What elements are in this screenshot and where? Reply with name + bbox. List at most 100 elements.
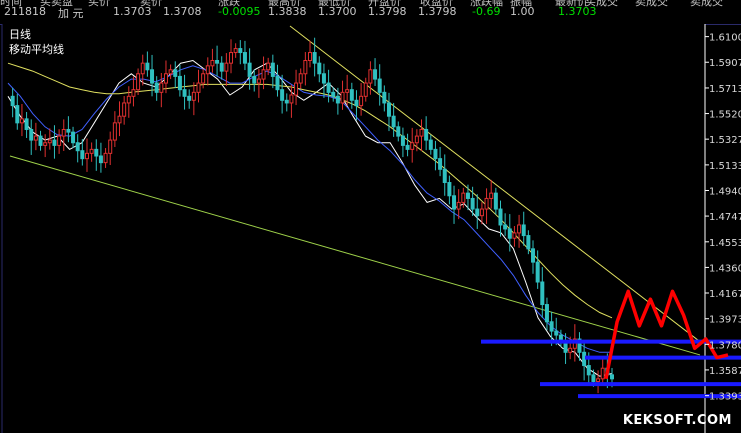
candle-body bbox=[187, 95, 192, 101]
quote-header: 卖成交 bbox=[635, 0, 668, 8]
candle-body bbox=[145, 62, 150, 71]
y-tick-label: 1.5713 bbox=[709, 84, 741, 95]
candle-body bbox=[266, 62, 271, 71]
candle-body bbox=[19, 118, 24, 124]
candle-body bbox=[349, 89, 354, 101]
quote-value: 1.3703 bbox=[113, 5, 152, 18]
candle-body bbox=[219, 62, 224, 72]
candle-body bbox=[517, 224, 522, 234]
candle-body bbox=[512, 232, 517, 239]
quote-value: 1.3708 bbox=[163, 5, 202, 18]
candle-body bbox=[414, 135, 419, 144]
candle-body bbox=[391, 115, 396, 128]
candle-body bbox=[452, 195, 457, 210]
quote-bar: 时间 买卖盘 买价 卖价 涨跌 最高价 最低价 开盘价 收盘价 涨跌幅 振幅 最新价 买成交 卖成交 卖成交… bbox=[0, 0, 741, 25]
candle-body bbox=[270, 62, 275, 77]
candle-body bbox=[233, 48, 238, 54]
candle-body bbox=[256, 78, 261, 84]
candle-body bbox=[368, 69, 373, 84]
candle-body bbox=[568, 347, 573, 353]
candle-body bbox=[71, 131, 76, 144]
candle-body bbox=[312, 52, 317, 64]
candle-body bbox=[465, 192, 470, 199]
y-tick-label: 1.4167 bbox=[709, 289, 741, 300]
candle-body bbox=[122, 102, 127, 117]
y-tick-label: 1.3780 bbox=[709, 340, 741, 351]
candle-body bbox=[47, 139, 52, 144]
candle-body bbox=[586, 365, 591, 376]
candle-body bbox=[382, 91, 387, 104]
candle-body bbox=[66, 128, 71, 133]
candle-body bbox=[600, 367, 605, 380]
candle-body bbox=[331, 91, 336, 97]
candle-body bbox=[168, 69, 173, 75]
candle-body bbox=[238, 48, 243, 54]
candle-body bbox=[75, 142, 80, 152]
candle-body bbox=[117, 115, 122, 124]
candle-body bbox=[442, 168, 447, 184]
y-axis: 1.6100 1.5907 1.5713 1.5520 1.5327 1.5133 1.49… bbox=[705, 33, 741, 403]
candle-body bbox=[484, 197, 489, 210]
candle-body bbox=[98, 155, 103, 164]
candle-body bbox=[43, 142, 48, 146]
candle-body bbox=[294, 82, 299, 96]
y-tick-label: 1.3973 bbox=[709, 315, 741, 326]
candle-body bbox=[549, 321, 554, 332]
indicator-label: 移动平均线 bbox=[9, 43, 64, 56]
y-tick-label: 1.3393 bbox=[709, 392, 741, 403]
candle-body bbox=[475, 208, 480, 217]
candle-body bbox=[103, 152, 108, 164]
candle-body bbox=[159, 82, 164, 93]
quote-value: 1.3798 bbox=[368, 5, 407, 18]
candle-body bbox=[359, 95, 364, 107]
candle-body bbox=[507, 228, 512, 239]
candle-body bbox=[196, 82, 201, 93]
candle-body bbox=[610, 374, 614, 380]
candle-body bbox=[377, 78, 382, 93]
candle-body bbox=[303, 60, 308, 75]
candle-body bbox=[479, 208, 484, 217]
quote-value: 1.3700 bbox=[318, 5, 357, 18]
candle-body bbox=[108, 139, 113, 154]
candle-body bbox=[191, 91, 196, 101]
candle-body bbox=[242, 52, 247, 64]
candle-body bbox=[201, 73, 206, 84]
candle-body bbox=[177, 75, 182, 91]
candle-body bbox=[182, 89, 187, 97]
candle-body bbox=[335, 95, 340, 104]
y-tick-label: 1.4553 bbox=[709, 238, 741, 249]
candle-body bbox=[80, 150, 85, 160]
candle-body bbox=[489, 192, 494, 199]
period-label: 日线 bbox=[9, 28, 31, 41]
plot-area bbox=[2, 24, 705, 433]
candle-body bbox=[29, 128, 34, 141]
y-tick-label: 1.3587 bbox=[709, 366, 741, 377]
candle-body bbox=[526, 235, 531, 250]
candle-body bbox=[321, 73, 326, 84]
candle-body bbox=[205, 65, 210, 75]
candle-body bbox=[308, 52, 312, 62]
quote-header: 买价 bbox=[88, 0, 110, 8]
candle-body bbox=[154, 82, 159, 93]
candle-body bbox=[298, 73, 303, 84]
candle-body bbox=[503, 224, 508, 230]
candle-body bbox=[456, 201, 461, 210]
candle-body bbox=[354, 99, 359, 107]
candle-body bbox=[57, 135, 62, 146]
candle-body bbox=[326, 82, 331, 93]
candle-body bbox=[131, 89, 136, 97]
candle-body bbox=[136, 73, 141, 91]
candle-body bbox=[540, 281, 545, 306]
candle-body bbox=[400, 135, 405, 146]
candle-body bbox=[280, 89, 285, 101]
quote-value: 211818 bbox=[4, 5, 46, 18]
candle-body bbox=[210, 60, 215, 67]
candle-body bbox=[38, 135, 43, 146]
candle-body bbox=[424, 128, 429, 141]
candle-body bbox=[15, 105, 20, 124]
candle-body bbox=[224, 62, 229, 72]
candle-body bbox=[433, 148, 438, 160]
candle-body bbox=[544, 304, 549, 323]
candle-body bbox=[252, 75, 257, 84]
candle-body bbox=[591, 374, 596, 382]
